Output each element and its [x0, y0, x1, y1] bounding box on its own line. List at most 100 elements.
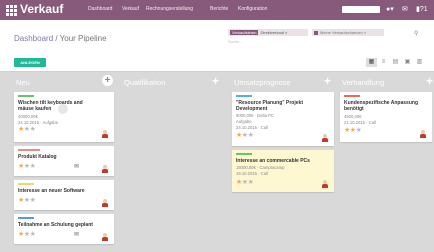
- menu-berichte[interactable]: Berichte: [210, 6, 228, 12]
- kanban-column-neu: Neu + Wischen tilt keyboards and mäuse k…: [14, 72, 114, 252]
- star-icon[interactable]: ★: [356, 127, 362, 134]
- opportunity-card[interactable]: Kundenspezifische Anpassung benötigt 450…: [340, 92, 432, 142]
- card-activity: Aufgabe: [236, 119, 252, 124]
- priority-stars[interactable]: ★★★: [236, 132, 254, 139]
- card-date: 19.10.2015 · Call: [236, 171, 268, 176]
- chat-icon[interactable]: ●▾: [386, 5, 394, 13]
- cursor-indicator: [58, 104, 68, 114]
- facet-sales-team[interactable]: Verkaufsteam Direktverkauf ×: [228, 29, 308, 36]
- menu-verkauf[interactable]: Verkauf: [122, 6, 139, 12]
- breadcrumb-current: Your Pipeline: [59, 34, 107, 43]
- facet-close-icon[interactable]: ×: [364, 30, 366, 35]
- graph-view-icon[interactable]: ▥: [414, 58, 425, 67]
- card-revenue: 4500,00€: [344, 114, 362, 119]
- card-activity: 24.10.2015 · Aufgabe: [18, 120, 59, 125]
- search-icon[interactable]: ⚲: [414, 30, 418, 37]
- card-date: 21.10.2015 · Call: [344, 120, 376, 125]
- filter-icon: [314, 30, 318, 35]
- column-header: Verhandlung +: [340, 72, 434, 90]
- top-navbar: Verkauf Dashboard Verkauf Rechnungserste…: [0, 0, 434, 20]
- column-header: Neu +: [14, 72, 114, 90]
- facet-value: Meine Verkaufschancen: [320, 30, 363, 35]
- avatar: [322, 134, 328, 142]
- list-view-icon[interactable]: ≡: [378, 58, 389, 67]
- opportunity-card[interactable]: Produkt Katalog ★★★ ✉: [14, 146, 114, 176]
- priority-stars[interactable]: ★★★: [18, 231, 36, 238]
- quick-create-plus-icon[interactable]: +: [212, 75, 219, 87]
- card-title: Teilnahme an Schulung geplant: [18, 222, 93, 228]
- avatar: [102, 165, 108, 173]
- avatar: [322, 180, 328, 188]
- search-facets: Verkaufsteam Direktverkauf × Meine Verkau…: [228, 29, 424, 36]
- navbar-search-box[interactable]: [342, 6, 380, 13]
- priority-stars[interactable]: ★★★: [18, 126, 36, 133]
- kanban-board: Neu + Wischen tilt keyboards and mäuse k…: [0, 72, 434, 252]
- star-icon[interactable]: ★: [30, 197, 36, 204]
- kanban-column-verhandlung: Verhandlung + Kundenspezifische Anpassun…: [340, 72, 434, 252]
- app-title: Verkauf: [20, 2, 64, 16]
- card-revenue: 15000,00€ · Camptocamp: [236, 165, 285, 170]
- envelope-icon: ✉: [74, 164, 80, 170]
- facet-close-icon[interactable]: ×: [285, 30, 287, 35]
- breadcrumb-dashboard[interactable]: Dashboard: [14, 34, 53, 43]
- color-tag: [236, 95, 252, 97]
- menu-rechnungserstellung[interactable]: Rechnungserstellung: [146, 6, 193, 12]
- menu-konfiguration[interactable]: Konfiguration: [238, 6, 267, 12]
- color-tag: [344, 95, 360, 97]
- facet-value: Direktverkauf: [260, 30, 285, 35]
- avatar: [420, 130, 426, 138]
- opportunity-card[interactable]: Interesse an neuer Software ★★★: [14, 180, 114, 210]
- control-panel: Dashboard / Your Pipeline Verkaufsteam Di…: [0, 20, 434, 72]
- color-tag: [18, 183, 34, 185]
- column-title: Neu: [16, 78, 30, 87]
- opportunity-card-highlighted[interactable]: Interesse an commercable PCs 15000,00€ ·…: [232, 150, 334, 192]
- pivot-view-icon[interactable]: ▣: [402, 58, 413, 67]
- priority-stars[interactable]: ★★★: [18, 163, 36, 170]
- column-header: Umsatzprognose +: [232, 72, 336, 90]
- card-title: Kundenspezifische Anpassung benötigt: [344, 100, 418, 112]
- card-revenue: 9000,00€ · Delta PC: [236, 113, 274, 118]
- priority-stars[interactable]: ★★★: [344, 127, 362, 134]
- user-icon[interactable]: ▮?1: [416, 5, 428, 13]
- priority-stars[interactable]: ★★★: [18, 197, 36, 204]
- card-date: 24.10.2015 · Call: [236, 125, 268, 130]
- color-tag: [18, 217, 34, 219]
- quick-create-plus-icon[interactable]: +: [102, 75, 113, 86]
- avatar: [102, 233, 108, 241]
- opportunity-card[interactable]: Wischen tilt keyboards and mäuse kaufen …: [14, 92, 114, 142]
- quick-create-plus-icon[interactable]: +: [324, 75, 331, 87]
- card-title: Interesse an neuer Software: [18, 188, 85, 194]
- kanban-column-umsatzprognose: Umsatzprognose + "Resource Planung" Proj…: [232, 72, 336, 252]
- star-icon[interactable]: ★: [30, 126, 36, 133]
- opportunity-card[interactable]: Teilnahme an Schulung geplant ★★★ ✉: [14, 214, 114, 244]
- apps-grid-icon[interactable]: [6, 5, 17, 16]
- quick-create-plus-icon[interactable]: +: [426, 75, 433, 87]
- avatar: [102, 199, 108, 207]
- create-button[interactable]: ANLEGEN: [14, 58, 46, 67]
- envelope-icon: ✉: [74, 232, 80, 238]
- avatar: [102, 130, 108, 138]
- kanban-view-icon[interactable]: ▦: [366, 58, 377, 67]
- column-title: Umsatzprognose: [234, 78, 291, 87]
- calendar-view-icon[interactable]: ▤: [390, 58, 401, 67]
- card-title: "Resource Planung" Projekt Development: [236, 100, 303, 112]
- star-icon[interactable]: ★: [30, 163, 36, 170]
- color-tag: [236, 153, 252, 155]
- view-switcher: ▦ ≡ ▤ ▣ ▥: [360, 58, 430, 67]
- menu-dashboard[interactable]: Dashboard: [88, 6, 112, 12]
- star-icon[interactable]: ★: [248, 132, 254, 139]
- search-input[interactable]: Suche...: [228, 39, 243, 44]
- card-title: Produkt Katalog: [18, 154, 57, 160]
- star-icon[interactable]: ★: [30, 231, 36, 238]
- card-revenue: 40000,00€: [18, 114, 38, 119]
- email-icon[interactable]: ✉: [402, 5, 408, 13]
- column-header: Qualifikation +: [120, 72, 224, 90]
- facet-tag: Verkaufsteam: [230, 30, 259, 35]
- priority-stars[interactable]: ★★★: [236, 179, 254, 186]
- kanban-column-qualifikation: Qualifikation +: [120, 72, 224, 252]
- opportunity-card[interactable]: "Resource Planung" Projekt Development 9…: [232, 92, 334, 146]
- breadcrumb: Dashboard / Your Pipeline: [14, 34, 107, 43]
- star-icon[interactable]: ★: [248, 179, 254, 186]
- facet-my-opportunities[interactable]: Meine Verkaufschancen ×: [312, 29, 384, 36]
- color-tag: [18, 95, 34, 97]
